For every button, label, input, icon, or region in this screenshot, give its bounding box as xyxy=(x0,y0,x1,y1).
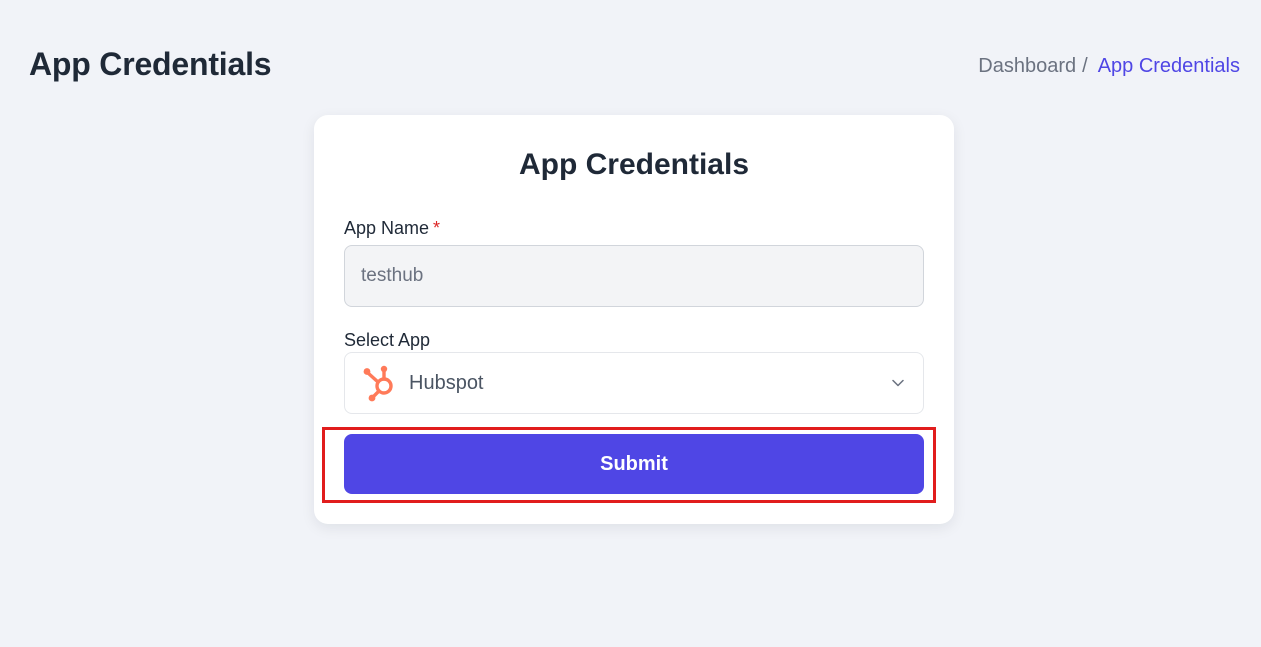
chevron-down-icon xyxy=(891,376,905,390)
credentials-card: App Credentials App Name* Select App xyxy=(314,115,954,524)
select-app-dropdown[interactable]: Hubspot xyxy=(344,352,924,414)
hubspot-logo-icon xyxy=(363,364,397,402)
app-name-label-text: App Name xyxy=(344,218,430,238)
select-app-label: Select App xyxy=(344,330,431,350)
required-asterisk: * xyxy=(433,218,441,238)
app-name-label: App Name * xyxy=(344,218,440,239)
select-app-value: Hubspot xyxy=(409,371,484,394)
breadcrumb: Dashboard / App Credentials xyxy=(978,55,1240,78)
app-name-input[interactable] xyxy=(344,245,924,307)
breadcrumb-dashboard-link[interactable]: Dashboard xyxy=(978,55,1076,78)
breadcrumb-separator: / xyxy=(1082,55,1088,77)
app-credentials-page: App Credentials Dashboard / App Credenti… xyxy=(0,0,1261,647)
card-title: App Credentials xyxy=(518,148,750,181)
breadcrumb-current: App Credentials xyxy=(1097,55,1240,77)
page-title: App Credentials xyxy=(29,46,272,82)
submit-button[interactable]: Submit xyxy=(344,434,924,494)
